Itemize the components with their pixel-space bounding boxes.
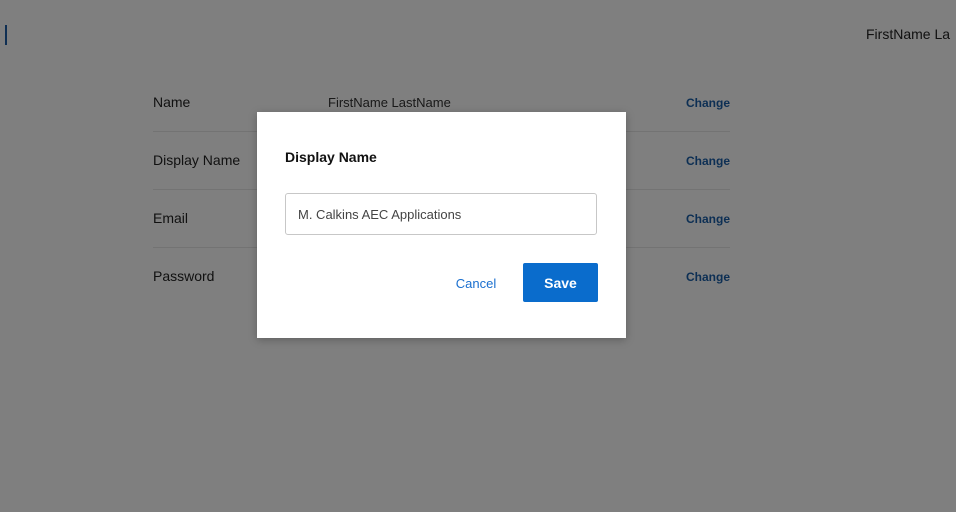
display-name-dialog: Display Name Cancel Save [257,112,626,338]
cancel-button[interactable]: Cancel [447,272,505,294]
account-settings-page: FirstName La Name FirstName LastName Cha… [0,0,956,512]
dialog-title: Display Name [285,149,377,165]
display-name-input[interactable] [285,193,597,235]
save-button[interactable]: Save [523,263,598,302]
